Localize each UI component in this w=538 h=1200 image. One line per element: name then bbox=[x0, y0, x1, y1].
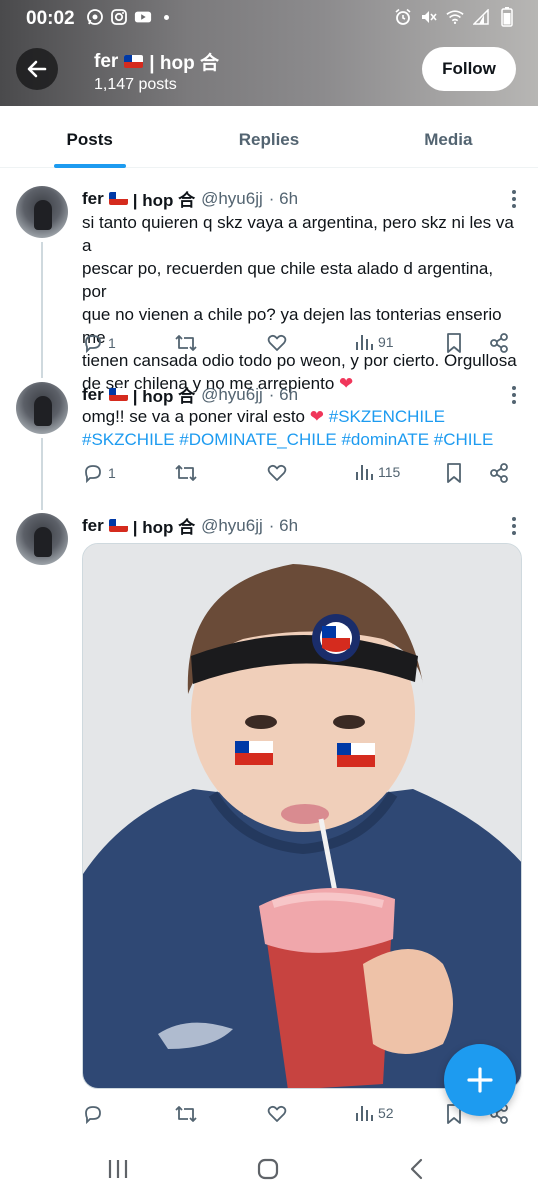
reply-button[interactable] bbox=[82, 1103, 104, 1125]
author-handle: @hyu6jj bbox=[201, 384, 263, 404]
tweet-header: fer | hop 合 @hyu6jj · 6h bbox=[82, 186, 298, 211]
heart-icon bbox=[267, 334, 287, 351]
share-button[interactable] bbox=[488, 462, 510, 484]
retweet-icon bbox=[175, 1106, 197, 1122]
reply-button[interactable]: 1 bbox=[82, 332, 116, 354]
author-name[interactable]: fer | hop 合 bbox=[82, 382, 195, 407]
chile-flag-icon bbox=[108, 388, 128, 401]
wifi-icon bbox=[446, 8, 464, 26]
battery-icon bbox=[498, 7, 516, 27]
photo-portrait bbox=[83, 544, 521, 1088]
chevron-left-icon bbox=[410, 1158, 423, 1180]
reply-icon bbox=[85, 1106, 101, 1125]
reply-icon bbox=[85, 465, 101, 484]
heart-icon bbox=[267, 1105, 287, 1122]
mute-icon bbox=[420, 8, 438, 26]
hashtag-link[interactable]: #SKZENCHILE bbox=[329, 407, 445, 426]
reply-icon bbox=[85, 335, 101, 354]
youtube-icon bbox=[134, 8, 152, 26]
tab-posts[interactable]: Posts bbox=[0, 106, 179, 167]
arrow-left-icon bbox=[27, 60, 47, 78]
author-handle: @hyu6jj bbox=[201, 515, 263, 535]
tweet-text: omg!! se va a poner viral esto ❤ #SKZENC… bbox=[82, 405, 522, 451]
home-icon bbox=[257, 1158, 279, 1180]
back-nav-button[interactable] bbox=[408, 1158, 426, 1185]
active-tab-indicator bbox=[54, 164, 126, 168]
bookmark-button[interactable] bbox=[444, 332, 464, 354]
retweet-button[interactable] bbox=[174, 1103, 198, 1125]
heart-icon bbox=[267, 464, 287, 481]
compose-button[interactable] bbox=[444, 1044, 516, 1116]
tweet-header: fer | hop 合 @hyu6jj · 6h bbox=[82, 382, 298, 407]
notification-dot-icon bbox=[164, 14, 169, 20]
system-nav-bar bbox=[0, 1140, 538, 1200]
analytics-icon bbox=[356, 1106, 373, 1121]
tab-media[interactable]: Media bbox=[359, 106, 538, 167]
back-button[interactable] bbox=[16, 48, 58, 90]
recent-apps-icon bbox=[108, 1160, 128, 1178]
retweet-button[interactable] bbox=[174, 462, 198, 484]
thread-line bbox=[41, 438, 43, 510]
heart-emoji-icon: ❤ bbox=[339, 374, 354, 393]
more-options-icon[interactable] bbox=[512, 517, 516, 538]
chile-flag-icon bbox=[124, 55, 144, 68]
avatar[interactable] bbox=[16, 513, 68, 565]
chile-flag-icon bbox=[108, 519, 128, 532]
tweet-actions: 52 bbox=[82, 1103, 518, 1131]
analytics-icon bbox=[356, 465, 373, 480]
more-options-icon[interactable] bbox=[512, 190, 516, 211]
views-button[interactable]: 52 bbox=[354, 1103, 394, 1123]
home-button[interactable] bbox=[257, 1158, 279, 1185]
instagram-icon bbox=[110, 8, 128, 26]
author-handle: @hyu6jj bbox=[201, 188, 263, 208]
like-button[interactable] bbox=[266, 462, 288, 484]
chile-flag-icon bbox=[108, 192, 128, 205]
author-name[interactable]: fer | hop 合 bbox=[82, 186, 195, 211]
views-button[interactable]: 91 bbox=[354, 332, 394, 352]
more-options-icon[interactable] bbox=[512, 386, 516, 407]
heart-emoji-icon: ❤ bbox=[309, 407, 324, 426]
tab-replies[interactable]: Replies bbox=[179, 106, 358, 167]
author-name[interactable]: fer | hop 合 bbox=[82, 513, 195, 538]
retweet-icon bbox=[175, 465, 197, 481]
analytics-icon bbox=[356, 335, 373, 350]
like-button[interactable] bbox=[266, 332, 288, 354]
status-bar: 00:02 bbox=[0, 0, 538, 36]
status-time: 00:02 bbox=[26, 8, 75, 29]
tweet-actions: 1 115 bbox=[82, 462, 518, 490]
tweet-time: · 6h bbox=[268, 188, 299, 208]
avatar[interactable] bbox=[16, 186, 68, 238]
like-button[interactable] bbox=[266, 1103, 288, 1125]
share-button[interactable] bbox=[488, 332, 510, 354]
alarm-icon bbox=[394, 8, 412, 26]
follow-button[interactable]: Follow bbox=[422, 47, 516, 91]
tweet-header: fer | hop 合 @hyu6jj · 6h bbox=[82, 513, 298, 538]
whatsapp-icon bbox=[86, 8, 104, 26]
recent-apps-button[interactable] bbox=[106, 1158, 130, 1185]
thread-line bbox=[41, 242, 43, 378]
bookmark-button[interactable] bbox=[444, 462, 464, 484]
tweet-text: si tanto quieren q skz vaya a argentina,… bbox=[82, 213, 517, 393]
post-count: 1,147 posts bbox=[94, 76, 177, 93]
share-icon bbox=[490, 333, 508, 353]
tweet-time: · 6h bbox=[268, 515, 299, 535]
profile-tabs: Posts Replies Media bbox=[0, 106, 538, 168]
reply-button[interactable]: 1 bbox=[82, 462, 116, 484]
bookmark-icon bbox=[447, 463, 461, 483]
tweet-time: · 6h bbox=[268, 384, 299, 404]
tweet-actions: 1 91 bbox=[82, 332, 518, 360]
signal-icon bbox=[472, 8, 490, 26]
tweet-photo[interactable] bbox=[82, 543, 522, 1089]
hashtag-link[interactable]: #SKZCHILE #DOMINATE_CHILE #dominATE #CHI… bbox=[82, 428, 522, 451]
plus-icon bbox=[467, 1067, 493, 1093]
retweet-icon bbox=[175, 335, 197, 351]
views-button[interactable]: 115 bbox=[354, 462, 400, 482]
bookmark-icon bbox=[447, 333, 461, 353]
avatar[interactable] bbox=[16, 382, 68, 434]
retweet-button[interactable] bbox=[174, 332, 198, 354]
share-icon bbox=[490, 463, 508, 483]
profile-name: fer | hop 合 bbox=[94, 50, 219, 75]
